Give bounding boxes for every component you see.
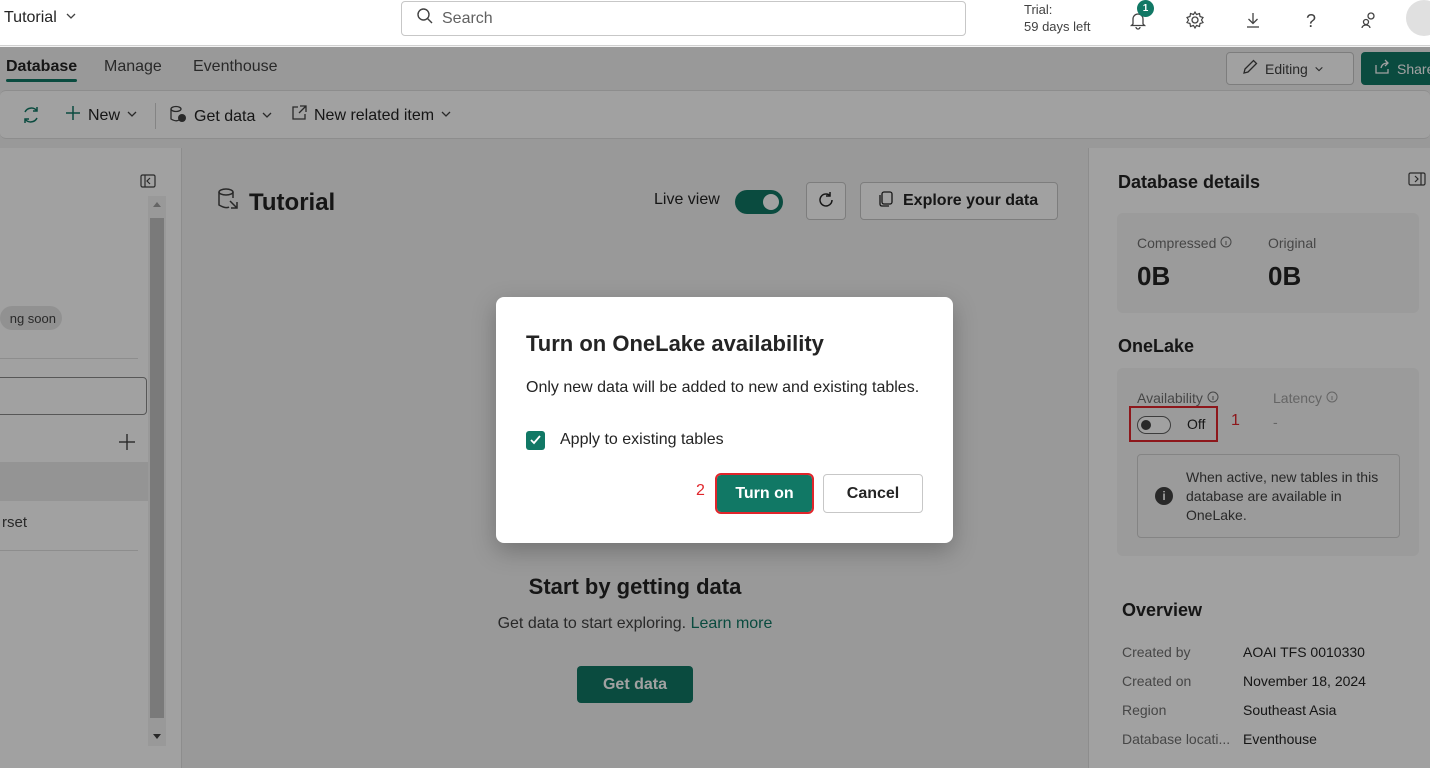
checkbox-label[interactable]: Apply to existing tables	[560, 431, 724, 449]
trial-status[interactable]: Trial: 59 days left	[1024, 1, 1091, 35]
chevron-down-icon	[65, 9, 77, 27]
search-placeholder: Search	[442, 9, 493, 27]
checkmark-icon	[529, 433, 542, 449]
help-button[interactable]: ?	[1298, 8, 1324, 34]
dialog-title: Turn on OneLake availability	[526, 331, 824, 356]
cancel-button[interactable]: Cancel	[823, 474, 923, 513]
search-icon	[416, 7, 434, 30]
people-icon	[1359, 10, 1379, 33]
workspace-switcher[interactable]: Tutorial	[4, 9, 77, 27]
app-title: Tutorial	[4, 9, 57, 26]
trial-label: Trial:	[1024, 2, 1053, 17]
search-input[interactable]: Search	[401, 1, 966, 36]
turn-on-button[interactable]: Turn on	[715, 473, 814, 514]
notifications-button[interactable]: 1	[1125, 0, 1154, 34]
apply-existing-checkbox[interactable]	[526, 431, 545, 450]
download-icon	[1243, 10, 1263, 33]
download-button[interactable]	[1240, 8, 1266, 34]
onelake-dialog: Turn on OneLake availability Only new da…	[496, 297, 953, 543]
share-feedback-button[interactable]	[1356, 8, 1382, 34]
top-header: Tutorial Search Trial: 59 days left 1 ?	[0, 0, 1430, 46]
avatar[interactable]	[1406, 0, 1430, 36]
gear-icon	[1185, 10, 1205, 33]
question-mark-icon: ?	[1305, 10, 1316, 31]
trial-days-left: 59 days left	[1024, 19, 1091, 34]
annotation-number-2: 2	[696, 482, 705, 499]
settings-button[interactable]	[1182, 8, 1208, 34]
notification-badge: 1	[1137, 0, 1154, 17]
dialog-body: Only new data will be added to new and e…	[526, 379, 920, 396]
